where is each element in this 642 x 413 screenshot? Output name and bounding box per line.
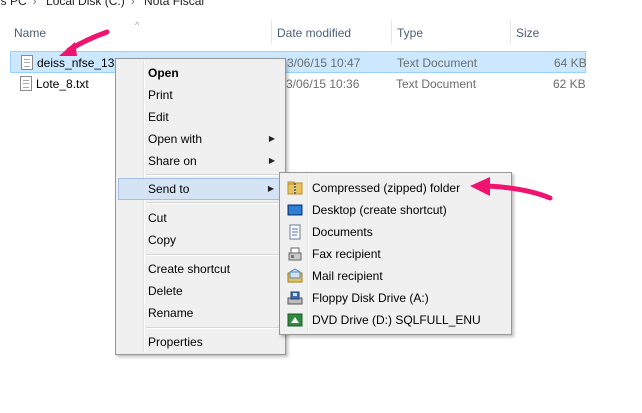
breadcrumb-item-local-disk[interactable]: Local Disk (C:) [46, 0, 125, 8]
send-to-dvd[interactable]: DVD Drive (D:) SQLFULL_ENU [282, 309, 509, 331]
menu-item-edit[interactable]: Edit [118, 106, 283, 128]
menu-item-copy[interactable]: Copy [118, 229, 283, 251]
file-date: 3/06/15 10:36 [286, 77, 360, 91]
submenu-arrow-icon: ▶ [268, 156, 275, 165]
fax-icon [288, 247, 302, 261]
file-date: 3/06/15 10:47 [287, 56, 361, 70]
menu-item-properties[interactable]: Properties [118, 331, 283, 353]
menu-item-label: Send to [148, 182, 190, 196]
annotation-arrow-compressed [470, 177, 553, 201]
send-to-label: Floppy Disk Drive (A:) [312, 291, 429, 305]
send-to-label: Mail recipient [312, 269, 383, 283]
menu-item-rename[interactable]: Rename [118, 302, 283, 324]
send-to-fax[interactable]: Fax recipient [282, 243, 509, 265]
column-header-date-modified[interactable]: Date modified [277, 26, 351, 40]
sort-up-icon: ^ [135, 20, 140, 30]
send-to-label: Documents [312, 225, 373, 239]
menu-item-print[interactable]: Print [118, 84, 283, 106]
column-header-name[interactable]: Name [14, 26, 46, 40]
column-header-type[interactable]: Type [397, 26, 423, 40]
breadcrumb-separator: › [130, 0, 135, 8]
submenu-arrow-icon: ▶ [268, 134, 275, 143]
zip-folder-icon [287, 181, 303, 195]
file-size: 62 KB [553, 77, 586, 91]
send-to-label: Desktop (create shortcut) [312, 203, 447, 217]
menu-item-cut[interactable]: Cut [118, 207, 283, 229]
column-divider[interactable] [510, 20, 511, 44]
menu-item-share-on[interactable]: Share on ▶ [118, 150, 283, 172]
menu-item-open-with[interactable]: Open with ▶ [118, 128, 283, 150]
send-to-mail[interactable]: Mail recipient [282, 265, 509, 287]
menu-item-label: Open with [148, 132, 203, 146]
column-divider[interactable] [391, 20, 392, 44]
breadcrumb-separator: › [32, 0, 37, 8]
breadcrumb-item-nota-fiscal[interactable]: Nota Fiscal [144, 0, 204, 8]
menu-item-open[interactable]: Open [118, 62, 283, 84]
file-row-lote-8[interactable]: Lote_8.txt 3/06/15 10:36 Text Document 6… [10, 73, 586, 95]
send-to-label: Compressed (zipped) folder [312, 181, 461, 195]
annotation-arrow-file [59, 29, 110, 56]
desktop-icon [287, 204, 303, 216]
file-type: Text Document [397, 56, 478, 70]
file-type: Text Document [396, 77, 477, 91]
documents-icon [289, 224, 301, 240]
menu-item-delete[interactable]: Delete [118, 280, 283, 302]
column-header-size[interactable]: Size [516, 26, 539, 40]
send-to-label: Fax recipient [312, 247, 381, 261]
menu-separator [146, 254, 282, 256]
text-file-icon [20, 76, 32, 91]
breadcrumb-item-this-pc[interactable]: is PC [0, 0, 27, 8]
menu-separator [146, 202, 282, 204]
send-to-documents[interactable]: Documents [282, 221, 509, 243]
submenu-arrow-icon: ▶ [267, 184, 274, 193]
menu-item-label: Share on [148, 154, 197, 168]
file-name: Lote_8.txt [36, 77, 89, 91]
column-divider[interactable] [271, 20, 272, 44]
menu-separator [146, 174, 282, 176]
breadcrumb: is PC › Local Disk (C:) › Nota Fiscal [0, 0, 642, 8]
floppy-icon [287, 291, 303, 305]
send-to-floppy[interactable]: Floppy Disk Drive (A:) [282, 287, 509, 309]
dvd-icon [287, 313, 303, 327]
mail-icon [287, 268, 303, 283]
menu-item-create-shortcut[interactable]: Create shortcut [118, 258, 283, 280]
menu-separator [146, 327, 282, 329]
send-to-label: DVD Drive (D:) SQLFULL_ENU [312, 313, 481, 327]
text-file-icon [21, 55, 33, 70]
menu-item-send-to[interactable]: Send to ▶ [118, 178, 283, 200]
file-size: 64 KB [554, 56, 587, 70]
context-menu: Open Print Edit Open with ▶ Share on ▶ S… [115, 58, 286, 355]
